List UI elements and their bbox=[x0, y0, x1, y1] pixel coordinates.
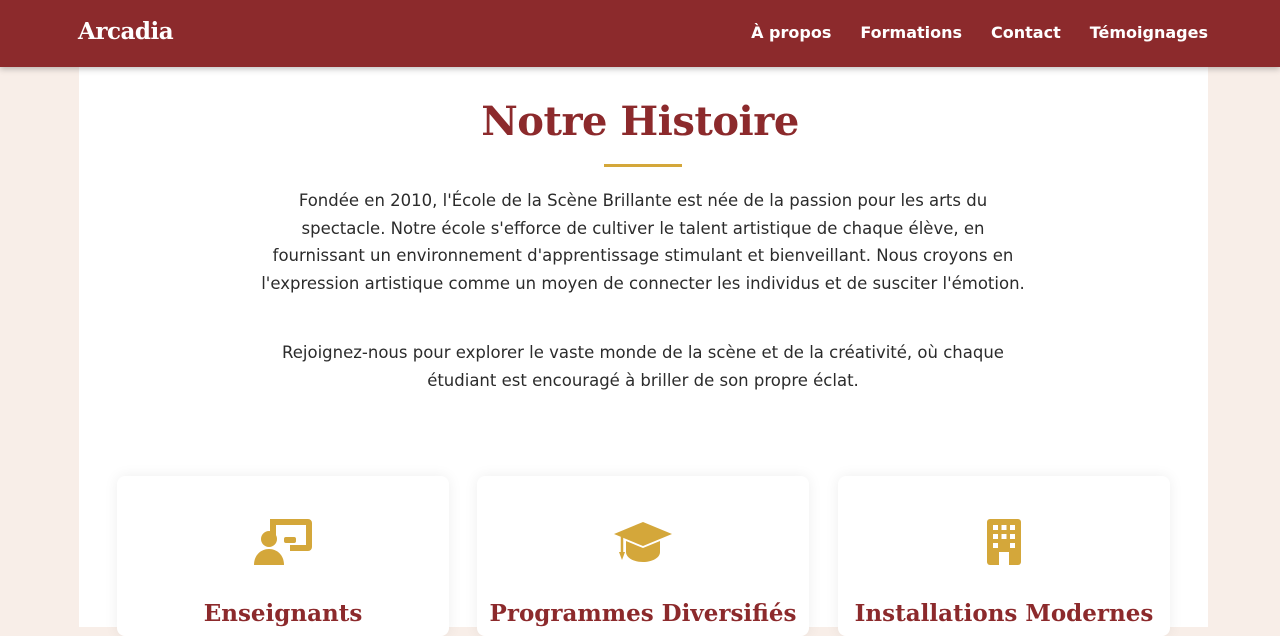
nav-links: À propos Formations Contact Témoignages bbox=[751, 23, 1208, 42]
feature-card-installations: Installations Modernes bbox=[838, 476, 1170, 636]
building-icon bbox=[972, 516, 1036, 568]
brand-logo[interactable]: Arcadia bbox=[78, 18, 174, 45]
nav-link-formations[interactable]: Formations bbox=[860, 23, 962, 42]
nav-link-contact[interactable]: Contact bbox=[991, 23, 1061, 42]
navbar: Arcadia À propos Formations Contact Témo… bbox=[0, 0, 1280, 67]
about-paragraph-2: Rejoignez-nous pour explorer le vaste mo… bbox=[282, 343, 1004, 390]
nav-link-temoignages[interactable]: Témoignages bbox=[1090, 23, 1208, 42]
title-divider bbox=[604, 164, 682, 167]
feature-title-installations: Installations Modernes bbox=[854, 600, 1154, 627]
feature-card-enseignants: Enseignants bbox=[117, 476, 449, 636]
nav-link-a-propos[interactable]: À propos bbox=[751, 23, 831, 42]
graduation-cap-icon bbox=[611, 516, 675, 568]
section-title: Notre Histoire bbox=[481, 98, 799, 145]
feature-card-programmes: Programmes Diversifiés bbox=[477, 476, 809, 636]
about-paragraph-1: Fondée en 2010, l'École de la Scène Bril… bbox=[261, 191, 1025, 293]
feature-title-enseignants: Enseignants bbox=[203, 600, 363, 627]
teacher-board-icon bbox=[251, 516, 315, 568]
feature-title-programmes: Programmes Diversifiés bbox=[489, 600, 797, 627]
